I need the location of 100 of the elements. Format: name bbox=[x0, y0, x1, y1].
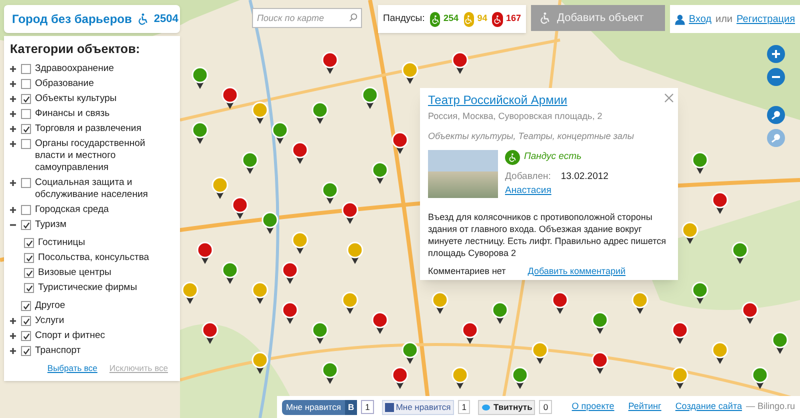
expand-icon[interactable] bbox=[10, 66, 16, 72]
map-pin[interactable] bbox=[192, 122, 208, 144]
map-pin[interactable] bbox=[532, 342, 548, 364]
category-label[interactable]: Социальная защита и обслуживание населения bbox=[35, 177, 176, 202]
map-pin[interactable] bbox=[712, 342, 728, 364]
map-pin[interactable] bbox=[392, 132, 408, 154]
checkbox[interactable] bbox=[21, 79, 31, 90]
tweet-button[interactable]: Твитнуть bbox=[478, 400, 536, 414]
category-label[interactable]: Услуги bbox=[35, 315, 64, 328]
footer-link[interactable]: Рейтинг bbox=[628, 400, 662, 414]
object-title-link[interactable]: Театр Российской Армии bbox=[428, 92, 568, 108]
map-pin[interactable] bbox=[252, 282, 268, 304]
expand-icon[interactable] bbox=[10, 348, 16, 354]
checkbox[interactable] bbox=[24, 238, 34, 248]
map-pin[interactable] bbox=[432, 292, 448, 314]
map-pin[interactable] bbox=[322, 52, 338, 74]
checkbox[interactable] bbox=[24, 253, 34, 264]
checkbox[interactable] bbox=[21, 178, 31, 188]
checkbox[interactable] bbox=[21, 64, 31, 74]
map-pin[interactable] bbox=[362, 86, 378, 109]
map-pin[interactable] bbox=[452, 366, 468, 389]
map-pin[interactable] bbox=[592, 352, 608, 374]
search-field[interactable]: Поиск по карте bbox=[252, 8, 362, 28]
map-pin[interactable] bbox=[672, 366, 688, 389]
category-label[interactable]: Посольства, консульства bbox=[38, 252, 150, 264]
map-pin[interactable] bbox=[632, 292, 648, 314]
map-pin[interactable] bbox=[672, 322, 688, 344]
category-label[interactable]: Транспорт bbox=[35, 345, 81, 358]
expand-icon[interactable] bbox=[10, 126, 16, 132]
map-pin[interactable] bbox=[292, 142, 308, 164]
map-pin[interactable] bbox=[312, 102, 328, 124]
map-pin[interactable] bbox=[312, 322, 328, 344]
map-pin[interactable] bbox=[402, 342, 418, 364]
map-pin[interactable] bbox=[202, 322, 218, 344]
category-label[interactable]: Объекты культуры bbox=[35, 93, 117, 106]
map-pin[interactable] bbox=[222, 86, 238, 109]
map-pin[interactable] bbox=[712, 192, 728, 214]
checkbox[interactable] bbox=[21, 124, 31, 134]
map-pin[interactable] bbox=[232, 196, 248, 219]
category-label[interactable]: Торговля и развлечения bbox=[35, 123, 142, 136]
expand-icon[interactable] bbox=[10, 333, 16, 340]
map-pin[interactable] bbox=[346, 242, 364, 264]
close-button[interactable] bbox=[664, 93, 674, 103]
expand-icon[interactable] bbox=[10, 96, 16, 102]
login-link[interactable]: Вход bbox=[688, 12, 712, 26]
map-pin[interactable] bbox=[292, 232, 308, 254]
category-label[interactable]: Туризм bbox=[35, 219, 66, 232]
map-pin[interactable] bbox=[262, 212, 278, 234]
ramp-status-badge[interactable] bbox=[430, 12, 440, 26]
map-pin[interactable] bbox=[552, 292, 568, 314]
map-pin[interactable] bbox=[372, 312, 388, 334]
category-label[interactable]: Спорт и фитнес bbox=[35, 330, 106, 342]
map-pin[interactable] bbox=[282, 262, 298, 284]
category-label[interactable]: Другое bbox=[35, 300, 66, 312]
checkbox[interactable] bbox=[24, 268, 34, 278]
map-pin[interactable] bbox=[402, 62, 418, 84]
map-pin[interactable] bbox=[252, 102, 268, 124]
map-pin[interactable] bbox=[462, 322, 478, 344]
map-pin[interactable] bbox=[692, 282, 708, 304]
map-pin[interactable] bbox=[592, 312, 608, 334]
category-label[interactable]: Образование bbox=[35, 78, 94, 90]
checkbox[interactable] bbox=[21, 220, 31, 230]
register-link[interactable]: Регистрация bbox=[736, 12, 795, 26]
map-pin[interactable] bbox=[192, 66, 208, 89]
category-label[interactable]: Финансы и связь bbox=[35, 108, 110, 120]
checkbox[interactable] bbox=[21, 301, 31, 312]
map-pin[interactable] bbox=[772, 332, 788, 354]
map-pin[interactable] bbox=[512, 366, 528, 389]
category-label[interactable]: Здравоохранение bbox=[35, 63, 114, 76]
category-label[interactable]: Туристические фирмы bbox=[38, 282, 138, 294]
category-label[interactable]: Визовые центры bbox=[38, 267, 112, 280]
checkbox[interactable] bbox=[21, 205, 31, 216]
map-pin[interactable] bbox=[212, 176, 228, 199]
map-pin[interactable] bbox=[692, 152, 708, 174]
vk-like-button[interactable]: Мне нравится В bbox=[282, 400, 358, 414]
map-pin[interactable] bbox=[182, 282, 198, 304]
checkbox[interactable] bbox=[21, 94, 31, 104]
expand-icon[interactable] bbox=[10, 141, 16, 148]
map-pin[interactable] bbox=[322, 362, 338, 384]
checkbox[interactable] bbox=[21, 316, 31, 326]
map-pin[interactable] bbox=[242, 152, 258, 174]
map-pin[interactable] bbox=[752, 366, 768, 389]
checkbox[interactable] bbox=[21, 139, 31, 150]
checkbox[interactable] bbox=[21, 346, 31, 356]
ramp-status-badge[interactable] bbox=[492, 12, 503, 26]
map-pin[interactable] bbox=[322, 182, 338, 204]
expand-icon[interactable] bbox=[10, 111, 16, 118]
expand-icon[interactable] bbox=[10, 318, 16, 324]
map-pin[interactable] bbox=[252, 352, 268, 374]
map-pin[interactable] bbox=[372, 162, 388, 184]
map-pin[interactable] bbox=[282, 302, 298, 324]
expand-icon[interactable] bbox=[10, 81, 16, 88]
add-comment-link[interactable]: Добавить комментарий bbox=[528, 264, 626, 278]
author-link[interactable]: Анастасия bbox=[505, 184, 608, 198]
footer-link[interactable]: Создание сайта bbox=[675, 400, 742, 414]
category-label[interactable]: Городская среда bbox=[35, 204, 109, 216]
select-all-link[interactable]: Выбрать все bbox=[47, 362, 98, 374]
map-pin[interactable] bbox=[732, 242, 748, 264]
facebook-like-button[interactable]: Мне нравится bbox=[382, 400, 454, 414]
expand-icon[interactable] bbox=[10, 207, 16, 214]
